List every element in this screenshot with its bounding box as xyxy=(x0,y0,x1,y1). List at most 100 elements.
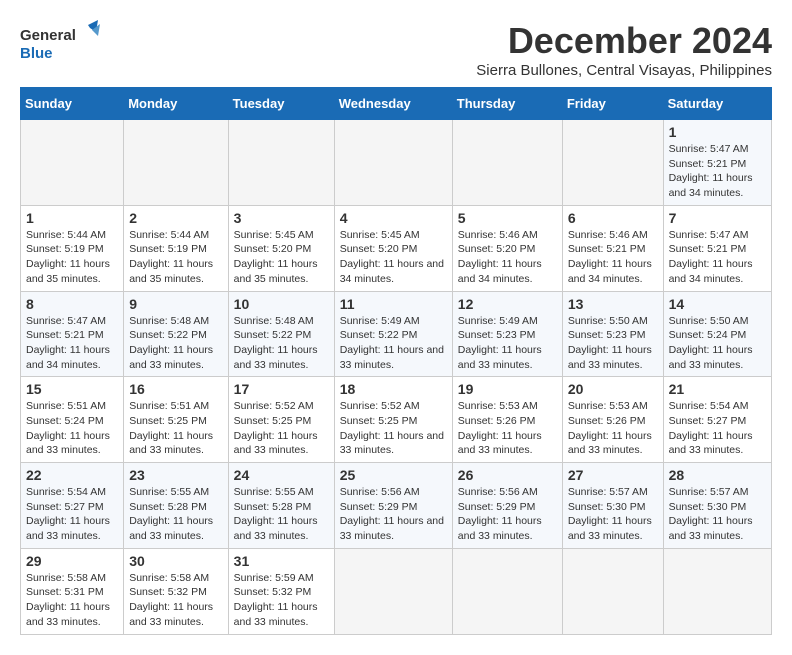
logo: General Blue xyxy=(20,20,100,70)
calendar-week-2: 8 Sunrise: 5:47 AM Sunset: 5:21 PM Dayli… xyxy=(21,291,772,377)
col-header-saturday: Saturday xyxy=(663,88,771,120)
day-info: Sunrise: 5:51 AM Sunset: 5:24 PM Dayligh… xyxy=(26,399,118,458)
calendar-week-1: 1 Sunrise: 5:44 AM Sunset: 5:19 PM Dayli… xyxy=(21,205,772,291)
day-info: Sunrise: 5:54 AM Sunset: 5:27 PM Dayligh… xyxy=(669,399,766,458)
calendar-cell xyxy=(452,548,562,634)
day-number: 28 xyxy=(669,467,766,483)
day-number: 23 xyxy=(129,467,222,483)
logo-graphic: General Blue xyxy=(20,20,100,70)
day-info: Sunrise: 5:53 AM Sunset: 5:26 PM Dayligh… xyxy=(458,399,557,458)
calendar-cell: 10 Sunrise: 5:48 AM Sunset: 5:22 PM Dayl… xyxy=(228,291,334,377)
calendar-cell: 16 Sunrise: 5:51 AM Sunset: 5:25 PM Dayl… xyxy=(124,377,228,463)
calendar-cell xyxy=(334,548,452,634)
day-info: Sunrise: 5:52 AM Sunset: 5:25 PM Dayligh… xyxy=(234,399,329,458)
day-info: Sunrise: 5:51 AM Sunset: 5:25 PM Dayligh… xyxy=(129,399,222,458)
day-info: Sunrise: 5:46 AM Sunset: 5:21 PM Dayligh… xyxy=(568,228,658,287)
calendar-cell: 29 Sunrise: 5:58 AM Sunset: 5:31 PM Dayl… xyxy=(21,548,124,634)
day-info: Sunrise: 5:55 AM Sunset: 5:28 PM Dayligh… xyxy=(234,485,329,544)
day-info: Sunrise: 5:52 AM Sunset: 5:25 PM Dayligh… xyxy=(340,399,447,458)
day-number: 22 xyxy=(26,467,118,483)
calendar-cell: 14 Sunrise: 5:50 AM Sunset: 5:24 PM Dayl… xyxy=(663,291,771,377)
day-info: Sunrise: 5:57 AM Sunset: 5:30 PM Dayligh… xyxy=(669,485,766,544)
day-number: 13 xyxy=(568,296,658,312)
day-number: 25 xyxy=(340,467,447,483)
day-info: Sunrise: 5:49 AM Sunset: 5:23 PM Dayligh… xyxy=(458,314,557,373)
day-number: 4 xyxy=(340,210,447,226)
day-number: 15 xyxy=(26,381,118,397)
calendar-cell: 7 Sunrise: 5:47 AM Sunset: 5:21 PM Dayli… xyxy=(663,205,771,291)
day-info: Sunrise: 5:47 AM Sunset: 5:21 PM Dayligh… xyxy=(669,142,766,201)
calendar-cell: 12 Sunrise: 5:49 AM Sunset: 5:23 PM Dayl… xyxy=(452,291,562,377)
day-info: Sunrise: 5:48 AM Sunset: 5:22 PM Dayligh… xyxy=(129,314,222,373)
day-number: 29 xyxy=(26,553,118,569)
day-number: 21 xyxy=(669,381,766,397)
calendar-week-4: 22 Sunrise: 5:54 AM Sunset: 5:27 PM Dayl… xyxy=(21,463,772,549)
svg-text:Blue: Blue xyxy=(20,45,53,62)
col-header-sunday: Sunday xyxy=(21,88,124,120)
calendar-cell: 6 Sunrise: 5:46 AM Sunset: 5:21 PM Dayli… xyxy=(562,205,663,291)
day-number: 1 xyxy=(669,124,766,140)
day-number: 1 xyxy=(26,210,118,226)
calendar-cell xyxy=(21,120,124,206)
day-info: Sunrise: 5:56 AM Sunset: 5:29 PM Dayligh… xyxy=(340,485,447,544)
calendar-cell: 21 Sunrise: 5:54 AM Sunset: 5:27 PM Dayl… xyxy=(663,377,771,463)
day-info: Sunrise: 5:55 AM Sunset: 5:28 PM Dayligh… xyxy=(129,485,222,544)
logo-svg: General Blue xyxy=(20,20,100,65)
day-info: Sunrise: 5:59 AM Sunset: 5:32 PM Dayligh… xyxy=(234,571,329,630)
calendar-cell: 31 Sunrise: 5:59 AM Sunset: 5:32 PM Dayl… xyxy=(228,548,334,634)
calendar-cell: 25 Sunrise: 5:56 AM Sunset: 5:29 PM Dayl… xyxy=(334,463,452,549)
calendar-cell: 22 Sunrise: 5:54 AM Sunset: 5:27 PM Dayl… xyxy=(21,463,124,549)
day-number: 3 xyxy=(234,210,329,226)
day-info: Sunrise: 5:45 AM Sunset: 5:20 PM Dayligh… xyxy=(340,228,447,287)
day-number: 12 xyxy=(458,296,557,312)
calendar-cell xyxy=(228,120,334,206)
day-number: 9 xyxy=(129,296,222,312)
day-number: 5 xyxy=(458,210,557,226)
subtitle: Sierra Bullones, Central Visayas, Philip… xyxy=(476,62,772,79)
page-header: General Blue December 2024 Sierra Bullon… xyxy=(20,20,772,79)
day-number: 27 xyxy=(568,467,658,483)
col-header-thursday: Thursday xyxy=(452,88,562,120)
day-info: Sunrise: 5:58 AM Sunset: 5:32 PM Dayligh… xyxy=(129,571,222,630)
calendar-cell: 18 Sunrise: 5:52 AM Sunset: 5:25 PM Dayl… xyxy=(334,377,452,463)
day-info: Sunrise: 5:44 AM Sunset: 5:19 PM Dayligh… xyxy=(26,228,118,287)
calendar-cell: 11 Sunrise: 5:49 AM Sunset: 5:22 PM Dayl… xyxy=(334,291,452,377)
day-info: Sunrise: 5:47 AM Sunset: 5:21 PM Dayligh… xyxy=(26,314,118,373)
col-header-wednesday: Wednesday xyxy=(334,88,452,120)
calendar-cell: 15 Sunrise: 5:51 AM Sunset: 5:24 PM Dayl… xyxy=(21,377,124,463)
calendar-cell xyxy=(452,120,562,206)
calendar-week-3: 15 Sunrise: 5:51 AM Sunset: 5:24 PM Dayl… xyxy=(21,377,772,463)
calendar-cell: 19 Sunrise: 5:53 AM Sunset: 5:26 PM Dayl… xyxy=(452,377,562,463)
day-number: 19 xyxy=(458,381,557,397)
col-header-friday: Friday xyxy=(562,88,663,120)
calendar-cell xyxy=(334,120,452,206)
calendar-week-5: 29 Sunrise: 5:58 AM Sunset: 5:31 PM Dayl… xyxy=(21,548,772,634)
calendar-cell xyxy=(124,120,228,206)
day-number: 7 xyxy=(669,210,766,226)
calendar-cell: 13 Sunrise: 5:50 AM Sunset: 5:23 PM Dayl… xyxy=(562,291,663,377)
calendar-cell: 2 Sunrise: 5:44 AM Sunset: 5:19 PM Dayli… xyxy=(124,205,228,291)
day-number: 18 xyxy=(340,381,447,397)
col-header-monday: Monday xyxy=(124,88,228,120)
calendar-cell: 9 Sunrise: 5:48 AM Sunset: 5:22 PM Dayli… xyxy=(124,291,228,377)
day-number: 16 xyxy=(129,381,222,397)
calendar-table: SundayMondayTuesdayWednesdayThursdayFrid… xyxy=(20,87,772,635)
day-number: 6 xyxy=(568,210,658,226)
day-info: Sunrise: 5:54 AM Sunset: 5:27 PM Dayligh… xyxy=(26,485,118,544)
day-number: 17 xyxy=(234,381,329,397)
calendar-cell: 27 Sunrise: 5:57 AM Sunset: 5:30 PM Dayl… xyxy=(562,463,663,549)
day-info: Sunrise: 5:47 AM Sunset: 5:21 PM Dayligh… xyxy=(669,228,766,287)
calendar-cell: 3 Sunrise: 5:45 AM Sunset: 5:20 PM Dayli… xyxy=(228,205,334,291)
day-number: 20 xyxy=(568,381,658,397)
day-info: Sunrise: 5:48 AM Sunset: 5:22 PM Dayligh… xyxy=(234,314,329,373)
day-number: 26 xyxy=(458,467,557,483)
calendar-cell: 1 Sunrise: 5:44 AM Sunset: 5:19 PM Dayli… xyxy=(21,205,124,291)
day-info: Sunrise: 5:44 AM Sunset: 5:19 PM Dayligh… xyxy=(129,228,222,287)
day-number: 31 xyxy=(234,553,329,569)
calendar-cell: 8 Sunrise: 5:47 AM Sunset: 5:21 PM Dayli… xyxy=(21,291,124,377)
calendar-cell: 23 Sunrise: 5:55 AM Sunset: 5:28 PM Dayl… xyxy=(124,463,228,549)
calendar-cell: 4 Sunrise: 5:45 AM Sunset: 5:20 PM Dayli… xyxy=(334,205,452,291)
calendar-cell: 28 Sunrise: 5:57 AM Sunset: 5:30 PM Dayl… xyxy=(663,463,771,549)
title-block: December 2024 Sierra Bullones, Central V… xyxy=(476,20,772,79)
calendar-cell: 20 Sunrise: 5:53 AM Sunset: 5:26 PM Dayl… xyxy=(562,377,663,463)
